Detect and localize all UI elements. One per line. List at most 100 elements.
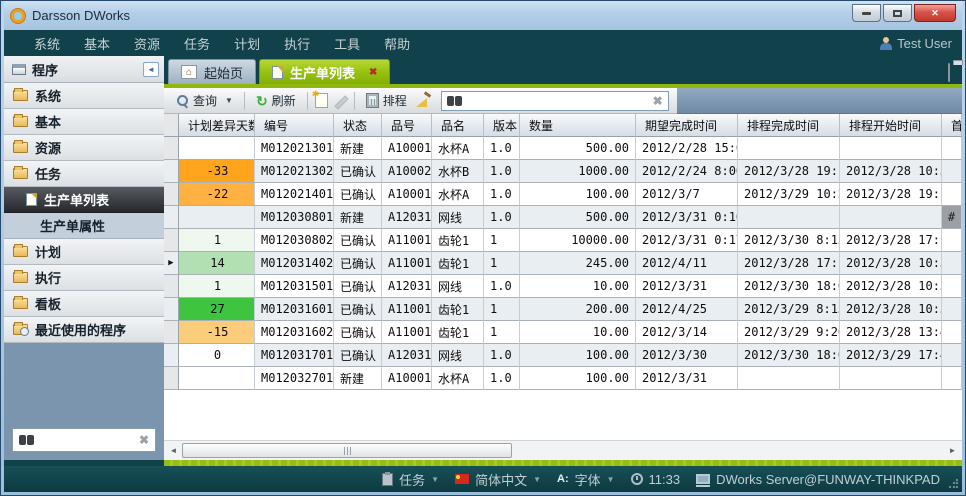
row-selector[interactable]	[164, 137, 179, 160]
cell-version[interactable]: 1.0	[484, 275, 520, 298]
column-header-5[interactable]: 品名	[432, 114, 484, 137]
cell-status[interactable]: 新建	[334, 137, 382, 160]
menu-item-6[interactable]: 执行	[272, 31, 322, 56]
cell-sched_start[interactable]	[840, 206, 942, 229]
cell-sched_end[interactable]: 2012/3/28 19:10	[738, 160, 840, 183]
cell-item_no[interactable]: A10001	[382, 367, 432, 390]
sidebar-item-6[interactable]: 生产单属性	[4, 213, 164, 239]
column-header-2[interactable]: 编号	[255, 114, 334, 137]
close-button[interactable]: ✕	[914, 4, 956, 22]
sidebar-item-1[interactable]: 系统	[4, 83, 164, 109]
sidebar-item-3[interactable]: 资源	[4, 135, 164, 161]
sidebar-item-9[interactable]: 看板	[4, 291, 164, 317]
sidebar-item-10[interactable]: 最近使用的程序	[4, 317, 164, 343]
cell-sched_start[interactable]	[840, 367, 942, 390]
cell-diff[interactable]: -33	[179, 160, 255, 183]
cell-item_name[interactable]: 齿轮1	[432, 321, 484, 344]
cell-sched_end[interactable]: 2012/3/29 8:15	[738, 298, 840, 321]
cell-qty[interactable]: 100.00	[520, 367, 636, 390]
row-selector[interactable]	[164, 229, 179, 252]
cell-item_name[interactable]: 网线	[432, 275, 484, 298]
cell-diff[interactable]	[179, 137, 255, 160]
column-header-6[interactable]: 版本	[484, 114, 520, 137]
cell-expected[interactable]: 2012/3/31	[636, 275, 738, 298]
cell-sched_start[interactable]: 2012/3/28 13:40	[840, 321, 942, 344]
row-selector[interactable]	[164, 206, 179, 229]
cell-partial[interactable]	[942, 160, 962, 183]
cell-expected[interactable]: 2012/3/30	[636, 344, 738, 367]
cell-sched_end[interactable]	[738, 206, 840, 229]
column-header-7[interactable]: 数量	[520, 114, 636, 137]
cell-qty[interactable]: 245.00	[520, 252, 636, 275]
cell-sched_start[interactable]: 2012/3/28 10:52	[840, 275, 942, 298]
row-selector[interactable]	[164, 321, 179, 344]
row-selector[interactable]	[164, 298, 179, 321]
cell-code[interactable]: M012031602	[255, 321, 334, 344]
column-header-9[interactable]: 排程完成时间	[738, 114, 840, 137]
cell-qty[interactable]: 1000.00	[520, 160, 636, 183]
cell-status[interactable]: 已确认	[334, 229, 382, 252]
cell-expected[interactable]: 2012/4/25	[636, 298, 738, 321]
cell-sched_start[interactable]: 2012/3/28 10:52	[840, 252, 942, 275]
cell-status[interactable]: 已确认	[334, 298, 382, 321]
minimize-button[interactable]	[852, 4, 881, 22]
cell-qty[interactable]: 10000.00	[520, 229, 636, 252]
cell-item_no[interactable]: A10001	[382, 137, 432, 160]
cell-sched_start[interactable]	[840, 137, 942, 160]
cell-partial[interactable]	[942, 229, 962, 252]
row-selector-header[interactable]	[164, 114, 179, 137]
sidebar-search-clear-icon[interactable]: ✖	[139, 433, 149, 447]
cell-sched_start[interactable]: 2012/3/28 19:10	[840, 183, 942, 206]
menu-item-2[interactable]: 基本	[72, 31, 122, 56]
cell-qty[interactable]: 100.00	[520, 344, 636, 367]
cell-version[interactable]: 1	[484, 229, 520, 252]
cell-sched_start[interactable]: 2012/3/28 10:52	[840, 298, 942, 321]
cell-partial[interactable]	[942, 298, 962, 321]
menu-item-7[interactable]: 工具	[322, 31, 372, 56]
cell-version[interactable]: 1.0	[484, 160, 520, 183]
tab-close-icon[interactable]: ✖	[369, 67, 377, 78]
sidebar-item-8[interactable]: 执行	[4, 265, 164, 291]
column-header-1[interactable]: 计划差异天数	[179, 114, 255, 137]
sidebar-item-2[interactable]: 基本	[4, 109, 164, 135]
cell-sched_end[interactable]	[738, 367, 840, 390]
scroll-right-icon[interactable]: ►	[944, 443, 961, 459]
cell-item_no[interactable]: A12031	[382, 275, 432, 298]
menu-item-1[interactable]: 系统	[22, 31, 72, 56]
cell-qty[interactable]: 200.00	[520, 298, 636, 321]
scroll-left-icon[interactable]: ◄	[165, 443, 182, 459]
cell-version[interactable]: 1.0	[484, 183, 520, 206]
maximize-button[interactable]	[883, 4, 912, 22]
row-selector[interactable]	[164, 344, 179, 367]
sidebar-item-7[interactable]: 计划	[4, 239, 164, 265]
cell-version[interactable]: 1	[484, 321, 520, 344]
cell-item_name[interactable]: 齿轮1	[432, 252, 484, 275]
cell-item_no[interactable]: A12031	[382, 344, 432, 367]
clear-broom-icon[interactable]	[416, 93, 432, 108]
cell-partial[interactable]	[942, 137, 962, 160]
cell-partial[interactable]	[942, 321, 962, 344]
new-document-icon[interactable]	[315, 93, 328, 108]
cell-diff[interactable]: 0	[179, 344, 255, 367]
cell-version[interactable]: 1	[484, 252, 520, 275]
cell-diff[interactable]	[179, 367, 255, 390]
status-task-menu[interactable]: 任务 ▼	[382, 470, 439, 489]
menu-item-5[interactable]: 计划	[222, 31, 272, 56]
cell-sched_end[interactable]: 2012/3/29 10:20	[738, 183, 840, 206]
cell-item_name[interactable]: 水杯A	[432, 367, 484, 390]
cell-status[interactable]: 已确认	[334, 160, 382, 183]
cell-expected[interactable]: 2012/3/14	[636, 321, 738, 344]
column-header-10[interactable]: 排程开始时间	[840, 114, 942, 137]
cell-item_no[interactable]: A11001	[382, 321, 432, 344]
cell-sched_end[interactable]: 2012/3/30 18:00	[738, 344, 840, 367]
cell-item_no[interactable]: A10002	[382, 160, 432, 183]
cell-expected[interactable]: 2012/2/24 8:00	[636, 160, 738, 183]
cell-status[interactable]: 新建	[334, 367, 382, 390]
cell-expected[interactable]: 2012/3/31	[636, 367, 738, 390]
cell-qty[interactable]: 10.00	[520, 275, 636, 298]
cell-item_no[interactable]: A12031	[382, 206, 432, 229]
cell-diff[interactable]: 1	[179, 229, 255, 252]
cell-item_name[interactable]: 水杯A	[432, 183, 484, 206]
cell-status[interactable]: 新建	[334, 206, 382, 229]
cell-sched_end[interactable]: 2012/3/29 9:20	[738, 321, 840, 344]
